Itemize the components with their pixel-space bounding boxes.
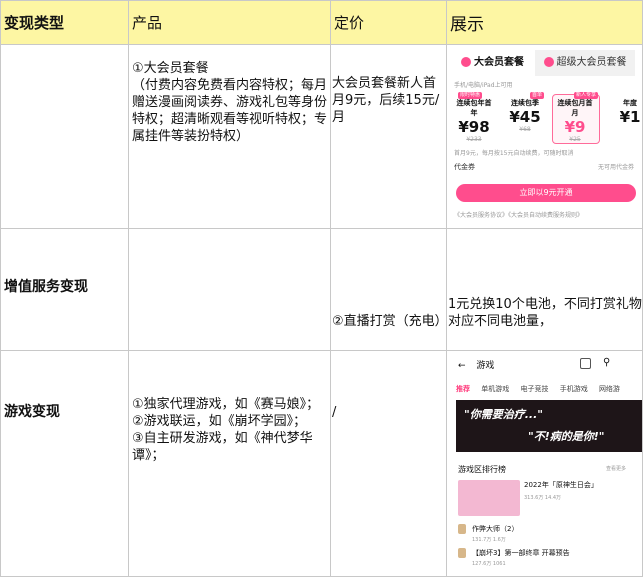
tab-super-membership[interactable]: 超级大会员套餐 [535, 50, 635, 76]
membership-screenshot: 大会员套餐 超级大会员套餐 手机/电脑/iPad上可用 限时特惠 首单 新人专享… [450, 50, 642, 222]
rank-item-title[interactable]: 作弊大师（2） [472, 524, 518, 534]
plan-title: 连续包月首月 [557, 99, 593, 117]
rank-more-link[interactable]: 查看更多 [606, 465, 626, 472]
game-tabs: 推荐 单机游戏 电子竞技 手机游戏 网络游 [456, 384, 629, 394]
plan-title: 连续包季 [511, 99, 539, 107]
plan-orig: ¥25 [569, 136, 581, 143]
device-note: 手机/电脑/iPad上可用 [454, 82, 513, 89]
rank-title: 游戏区排行榜 [458, 465, 506, 474]
header-type: 变现类型 [4, 14, 65, 32]
tab-membership[interactable]: 大会员套餐 [450, 50, 535, 76]
row-price-game: / [332, 405, 337, 420]
header-product: 产品 [132, 14, 163, 32]
row-type-value-added: 增值服务变现 [4, 279, 88, 295]
game-page-title: 游戏 [476, 361, 495, 371]
game-screenshot: ← 游戏 ⚲ 推荐 单机游戏 电子竞技 手机游戏 网络游 "你需要治疗..." … [450, 352, 642, 574]
coupon-value[interactable]: 无可用代金券 [598, 162, 634, 171]
super-membership-icon [543, 57, 554, 67]
row-product-membership: ①大会员套餐 （付费内容免费看内容特权；每月赠送漫画阅读券、游戏礼包等身份特权；… [132, 61, 328, 144]
renew-note: 首月9元，每月按15元自动续费，可随时取消 [454, 150, 574, 157]
tab-mobile[interactable]: 手机游戏 [560, 385, 588, 393]
plan-option[interactable]: 年度 ¥1 [610, 98, 642, 142]
plan-price: ¥9 [564, 118, 586, 136]
plan-price: ¥98 [458, 118, 490, 136]
video-thumbnail[interactable] [458, 480, 520, 516]
coupon-label: 代金券 [454, 163, 475, 171]
plan-title: 年度 [623, 99, 637, 107]
rank-item-stats: 131.7万 1.6万 [472, 537, 506, 543]
tab-recommend[interactable]: 推荐 [456, 385, 470, 393]
plan-orig: ¥68 [519, 126, 531, 133]
plan-title: 连续包年首年 [456, 99, 492, 117]
game-banner[interactable]: "你需要治疗..." "不!病的是你!" [456, 400, 642, 452]
rank-item-stats: 313.6万 14.4万 [524, 495, 562, 501]
header-display: 展示 [450, 15, 484, 35]
tab-super-label: 超级大会员套餐 [556, 57, 627, 68]
back-icon[interactable]: ← [458, 361, 466, 371]
rank-item-title[interactable]: 【崩坏3】第一部终章 开幕预告 [472, 548, 570, 558]
membership-icon [461, 57, 471, 67]
agreement-links[interactable]: 《大会员服务协议》《大会员自动续费服务规则》 [454, 210, 583, 219]
search-icon[interactable]: ⚲ [603, 357, 610, 368]
avatar [458, 548, 466, 558]
rank-item-stats: 127.6万 1061 [472, 561, 506, 567]
banner-text-1: "你需要治疗..." [464, 408, 543, 421]
plan-orig: ¥233 [466, 136, 482, 143]
tab-esports[interactable]: 电子竞技 [520, 385, 548, 393]
game-topbar: ← 游戏 [458, 358, 494, 371]
rank-item-title[interactable]: 2022年「原神生日会」 [524, 480, 598, 490]
row-product-game: ①独家代理游戏，如《赛马娘》； ②游戏联运，如《崩坏学园》； ③自主研发游戏，如… [132, 397, 320, 463]
plan-price: ¥45 [509, 108, 541, 126]
row-product-live-tip: ②直播打赏（充电） [332, 314, 448, 329]
plan-option[interactable]: 连续包年首年 ¥98 ¥233 [454, 98, 494, 143]
plan-option-selected[interactable]: 连续包月首月 ¥9 ¥25 [555, 98, 595, 143]
open-membership-button[interactable]: 立即以9元开通 [456, 184, 636, 202]
tab-single[interactable]: 单机游戏 [481, 385, 509, 393]
row-price-membership: 大会员套餐新人首月9元，后续15元/月 [332, 76, 440, 125]
row-price-live-tip: 1元兑换10个电池，不同打赏礼物对应不同电池量， [448, 297, 642, 329]
tab-online[interactable]: 网络游 [599, 385, 620, 393]
tab-membership-label: 大会员套餐 [474, 57, 524, 68]
plan-price: ¥1 [619, 108, 641, 126]
header-price: 定价 [334, 14, 365, 32]
row-type-game: 游戏变现 [4, 404, 60, 420]
plan-option[interactable]: 连续包季 ¥45 ¥68 [505, 98, 545, 142]
download-icon[interactable] [580, 358, 591, 369]
avatar [458, 524, 466, 534]
banner-text-2: "不!病的是你!" [528, 430, 605, 443]
